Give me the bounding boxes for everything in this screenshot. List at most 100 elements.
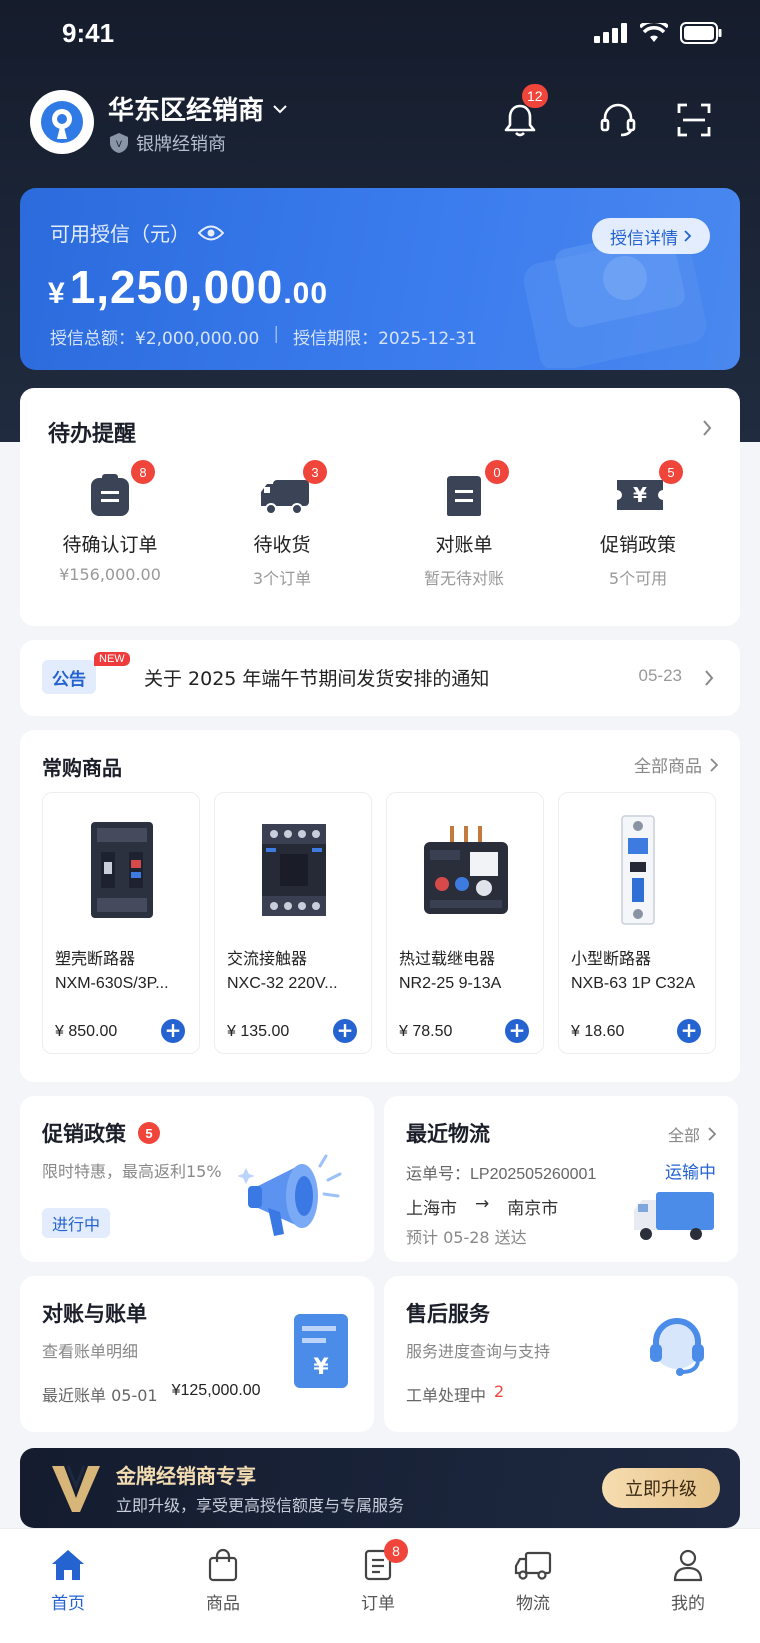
aftersales-sub: 服务进度查询与支持 — [406, 1342, 551, 1361]
dealer-name: 华东区经销商 — [108, 96, 265, 126]
credit-currency: ¥ — [48, 277, 66, 310]
tab-label: 订单 — [361, 1594, 395, 1614]
silver-shield-icon: V — [110, 133, 128, 153]
logistics-all-link[interactable]: 全部 — [668, 1122, 716, 1146]
promo-title-text: 促销政策 — [42, 1122, 126, 1146]
all-products-link[interactable]: 全部商品 — [634, 752, 718, 777]
add-to-cart-button[interactable]: + — [161, 1019, 185, 1043]
credit-detail-button[interactable]: 授信详情 — [592, 218, 710, 254]
statement-icon — [447, 476, 481, 516]
product-card[interactable]: 小型断路器 NXB-63 1P C32A ¥ 18.60 + — [558, 792, 716, 1054]
product-card[interactable]: 塑壳断路器 NXM-630S/3P... ¥ 850.00 + — [42, 792, 200, 1054]
ticket-status: 工单处理中 2 — [406, 1382, 504, 1406]
dealer-level: V 银牌经销商 — [108, 130, 226, 156]
credit-amount: ¥1,250,000.00 — [48, 260, 328, 314]
tab-profile[interactable]: 我的 — [648, 1547, 728, 1614]
avatar[interactable] — [30, 90, 94, 154]
todo-badge: 5 — [659, 460, 683, 484]
status-time: 9:41 — [62, 18, 115, 48]
product-name: 塑壳断路器 — [55, 949, 136, 968]
logistics-eta: 预计 05-28 送达 — [406, 1228, 527, 1247]
headset-icon — [600, 103, 636, 137]
credit-card: 可用授信（元） ¥1,250,000.00 授信总额：¥2,000,000.00… — [20, 188, 740, 370]
notification-button[interactable]: 12 — [500, 84, 548, 140]
logistics-status: 运输中 — [665, 1163, 716, 1183]
billing-card[interactable]: 对账与账单 查看账单明细 最近账单 05-01 ¥125,000.00 ¥ — [20, 1276, 374, 1432]
todo-name: 促销政策 — [599, 534, 676, 556]
product-card[interactable]: 热过载继电器 NR2-25 9-13A ¥ 78.50 + — [386, 792, 544, 1054]
logistics-card[interactable]: 最近物流 全部 运单号：LP202505260001 运输中 上海市 → 南京市… — [384, 1096, 738, 1262]
meta-divider: | — [273, 324, 280, 344]
svg-text:¥: ¥ — [633, 483, 647, 507]
tab-logistics[interactable]: 物流 — [493, 1547, 573, 1614]
todo-item-promotion[interactable]: ¥ 5 促销政策 5个可用 — [548, 460, 728, 612]
product-price: ¥ 850.00 — [55, 1023, 118, 1040]
gold-banner-sub: 立即升级，享受更高授信额度与专属服务 — [116, 1496, 405, 1515]
gold-dealer-banner[interactable]: 金牌经销商专享 立即升级，享受更高授信额度与专属服务 立即升级 — [20, 1448, 740, 1528]
credit-label-text: 可用授信（元） — [50, 222, 190, 246]
todo-item-pending-orders[interactable]: 8 待确认订单 ¥156,000.00 — [20, 460, 200, 612]
svg-text:V: V — [116, 140, 123, 150]
credit-amount-dec: .00 — [283, 277, 329, 310]
product-price: ¥ 18.60 — [571, 1023, 625, 1040]
orders-badge: 8 — [384, 1539, 408, 1563]
chevron-right-icon[interactable] — [702, 420, 712, 436]
tab-orders[interactable]: 8 订单 — [338, 1539, 418, 1614]
product-card[interactable]: 交流接触器 NXC-32 220V... ¥ 135.00 + — [214, 792, 372, 1054]
tab-label: 首页 — [51, 1594, 85, 1614]
route-to: 南京市 — [507, 1199, 559, 1219]
upgrade-button[interactable]: 立即升级 — [602, 1468, 720, 1508]
crown-v-icon — [52, 1465, 100, 1512]
route-from: 上海市 — [406, 1199, 457, 1219]
chevron-down-icon — [273, 104, 287, 113]
promo-sub: 限时特惠，最高返利15% — [42, 1162, 222, 1181]
profile-header: 华东区经销商 V 银牌经销商 12 — [30, 84, 730, 160]
product-model: NR2-25 9-13A — [399, 975, 502, 992]
aftersales-card[interactable]: 售后服务 服务进度查询与支持 工单处理中 2 — [384, 1276, 738, 1432]
scan-icon — [677, 103, 711, 137]
todo-card: 待办提醒 8 待确认订单 ¥156,000.00 3 待收货 3个订单 0 对账… — [20, 388, 740, 626]
ticket-count: 2 — [494, 1382, 505, 1401]
todo-title: 待办提醒 — [48, 422, 137, 447]
scan-button[interactable] — [674, 100, 714, 140]
notification-badge: 12 — [522, 84, 548, 108]
credit-total: 授信总额：¥2,000,000.00 — [50, 329, 260, 349]
bill-document-icon: ¥ — [294, 1314, 348, 1388]
tab-products[interactable]: 商品 — [183, 1547, 263, 1614]
add-to-cart-button[interactable]: + — [505, 1019, 529, 1043]
tab-bar: 首页 商品 8 订单 物流 我的 — [0, 1528, 760, 1643]
promotion-card[interactable]: 促销政策 5 限时特惠，最高返利15% 进行中 — [20, 1096, 374, 1262]
eye-icon[interactable] — [198, 224, 224, 242]
product-name: 热过载继电器 — [399, 949, 496, 968]
customer-service-button[interactable] — [598, 100, 638, 140]
product-model: NXC-32 220V... — [227, 975, 338, 992]
add-to-cart-button[interactable]: + — [677, 1019, 701, 1043]
billing-sub: 查看账单明细 — [42, 1342, 139, 1361]
tab-home[interactable]: 首页 — [28, 1547, 108, 1614]
contactor-icon — [262, 824, 326, 916]
todo-badge: 0 — [485, 460, 509, 484]
chevron-right-icon — [710, 757, 718, 772]
brand-logo-icon — [41, 101, 83, 143]
truck-icon — [261, 480, 309, 515]
todo-name: 待确认订单 — [62, 534, 158, 556]
todo-badge: 8 — [131, 460, 155, 484]
chevron-right-icon — [705, 670, 714, 686]
todo-item-statement[interactable]: 0 对账单 暂无待对账 — [374, 460, 554, 612]
todo-sub: 3个订单 — [252, 569, 312, 588]
gold-banner-title: 金牌经销商专享 — [116, 1464, 256, 1488]
dealer-switcher[interactable]: 华东区经销商 — [108, 90, 288, 127]
tab-label: 我的 — [671, 1594, 705, 1614]
notice-date: 05-23 — [638, 666, 682, 685]
notice-new-badge: NEW — [94, 652, 130, 666]
add-to-cart-button[interactable]: + — [333, 1019, 357, 1043]
product-model: NXM-630S/3P... — [55, 975, 169, 992]
billing-title: 对账与账单 — [42, 1302, 147, 1326]
chevron-right-icon — [708, 1127, 716, 1141]
promo-count-badge: 5 — [138, 1122, 160, 1144]
todo-name: 待收货 — [253, 534, 311, 556]
notice-bar[interactable]: 公告 NEW 关于 2025 年端午节期间发货安排的通知 05-23 — [20, 640, 740, 716]
logistics-all-label: 全部 — [667, 1126, 700, 1145]
todo-item-pending-receipt[interactable]: 3 待收货 3个订单 — [192, 460, 372, 612]
thermal-relay-icon — [424, 826, 508, 914]
